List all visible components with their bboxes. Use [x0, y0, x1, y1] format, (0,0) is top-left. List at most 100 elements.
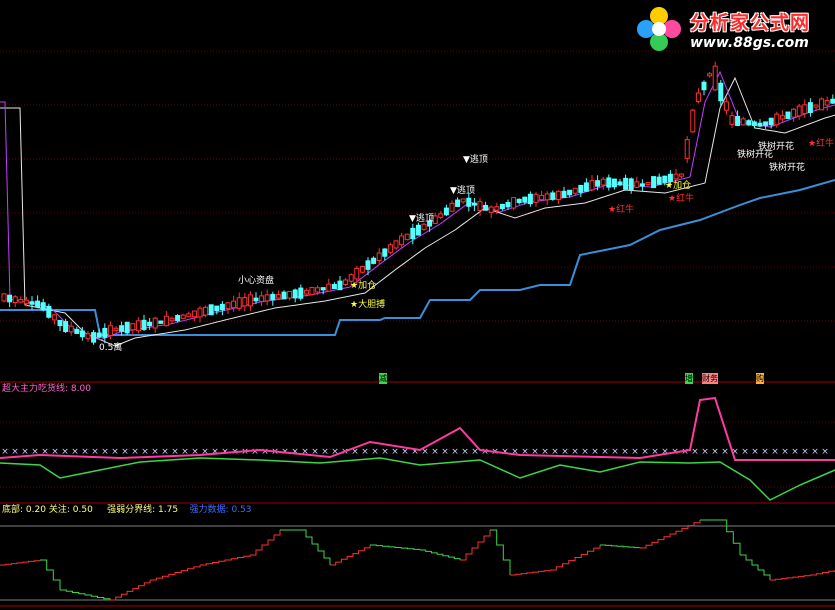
- candle-body: [371, 257, 377, 264]
- candle-body: [415, 224, 421, 236]
- candle-body: [763, 121, 769, 126]
- signal-low-point: 0.5寓: [99, 343, 123, 353]
- candle-body: [611, 178, 617, 188]
- candle-body: [735, 115, 741, 126]
- strength-step-line: [250, 530, 281, 556]
- candle-body: [768, 117, 774, 126]
- candle-body: [63, 321, 69, 333]
- candle-body: [1, 293, 7, 302]
- candle-body: [796, 105, 802, 117]
- x-marker: ×: [631, 447, 639, 457]
- candle-body: [68, 325, 74, 333]
- tag-buy: 购: [756, 373, 764, 384]
- candle-body: [740, 118, 746, 126]
- signal-caution: 小心资盘: [238, 276, 275, 286]
- candle-body: [645, 181, 651, 186]
- candle-body: [443, 207, 449, 216]
- candle-body: [505, 202, 511, 208]
- bottom-label: 底部:: [2, 505, 24, 515]
- indicator2-panel: [0, 519, 835, 601]
- candle-body: [326, 283, 332, 292]
- candle-body: [550, 192, 556, 200]
- candle-body: [690, 109, 696, 133]
- candle-body: [651, 176, 657, 189]
- candle-body: [376, 252, 382, 262]
- candle-body: [365, 260, 371, 270]
- x-marker: ×: [711, 447, 719, 457]
- candle-body: [91, 332, 97, 343]
- candle-body: [343, 279, 349, 285]
- candle-body: [488, 206, 494, 213]
- candle-body: [113, 327, 119, 331]
- candle-body: [779, 115, 785, 120]
- candle-body: [387, 244, 393, 253]
- strength-step-line: [640, 520, 701, 549]
- candle-body: [807, 102, 813, 114]
- candle-body: [242, 297, 248, 307]
- candle-body: [718, 82, 724, 102]
- candle-body: [382, 248, 388, 257]
- x-marker: ×: [751, 447, 759, 457]
- candle-body: [253, 297, 259, 302]
- x-marker: ×: [371, 447, 379, 457]
- candle-body: [225, 302, 231, 310]
- x-marker: ×: [721, 447, 729, 457]
- candle-body: [186, 313, 192, 318]
- candle-body: [141, 319, 147, 330]
- x-marker: ×: [91, 447, 99, 457]
- focus-value: 0.50: [72, 505, 93, 515]
- candle-body: [561, 190, 567, 198]
- candle-body: [309, 286, 315, 296]
- x-marker: ×: [261, 447, 269, 457]
- x-marker: ×: [811, 447, 819, 457]
- candle-body: [214, 305, 220, 312]
- candle-body: [46, 305, 52, 318]
- logo-url: www.88gs.com: [690, 35, 809, 51]
- strength-step-line: [40, 559, 61, 590]
- x-marker: ×: [291, 447, 299, 457]
- candle-body: [544, 193, 550, 201]
- candle-body: [589, 180, 595, 191]
- x-marker: ×: [641, 447, 649, 457]
- candle-body: [539, 194, 545, 201]
- candle-body: [785, 111, 791, 119]
- candle-body: [421, 223, 427, 230]
- stock-chart[interactable]: × × × × × × × × × × × × × × × × × × × × × × × × × × × × × × × × × × × × × × × ×…: [0, 0, 835, 610]
- focus-label: 关注:: [48, 505, 70, 515]
- candle-body: [270, 293, 276, 301]
- candle-body: [466, 197, 472, 207]
- candle-body: [315, 287, 321, 293]
- candle-body: [281, 291, 287, 300]
- indicator1-title: 超大主力吃货线: 8.00: [2, 384, 91, 395]
- x-marker: ×: [701, 447, 709, 457]
- candle-body: [130, 323, 136, 331]
- candle-body: [135, 320, 141, 332]
- strength-step-line: [420, 549, 461, 560]
- candle-body: [197, 307, 203, 318]
- green-line: [0, 457, 835, 501]
- x-marker: ×: [791, 447, 799, 457]
- strength-step-line: [0, 560, 41, 566]
- ma-short-line: [0, 70, 835, 341]
- strength-step-line: [810, 570, 835, 576]
- strength-step-line: [720, 519, 741, 555]
- x-marker: ×: [211, 447, 219, 457]
- x-marker: ×: [821, 447, 829, 457]
- candle-body: [354, 267, 360, 280]
- candle-body: [477, 201, 483, 211]
- candle-body: [527, 193, 533, 205]
- x-marker: ×: [771, 447, 779, 457]
- candle-body: [298, 287, 304, 299]
- candle-body: [102, 327, 108, 338]
- candle-body: [163, 315, 169, 327]
- indicator1-panel: × × × × × × × × × × × × × × × × × × × × × × × × × × × × × × × × × × × × × × × ×…: [0, 396, 835, 501]
- stop-loss-line: [0, 179, 835, 336]
- strength-step-line: [510, 570, 551, 576]
- candle-body: [774, 113, 780, 126]
- candle-body: [723, 101, 729, 111]
- strength-step-line: [600, 544, 641, 549]
- candle-body: [147, 321, 153, 327]
- strength-step-line: [740, 554, 771, 580]
- candle-body: [656, 176, 662, 185]
- candle-body: [40, 302, 46, 311]
